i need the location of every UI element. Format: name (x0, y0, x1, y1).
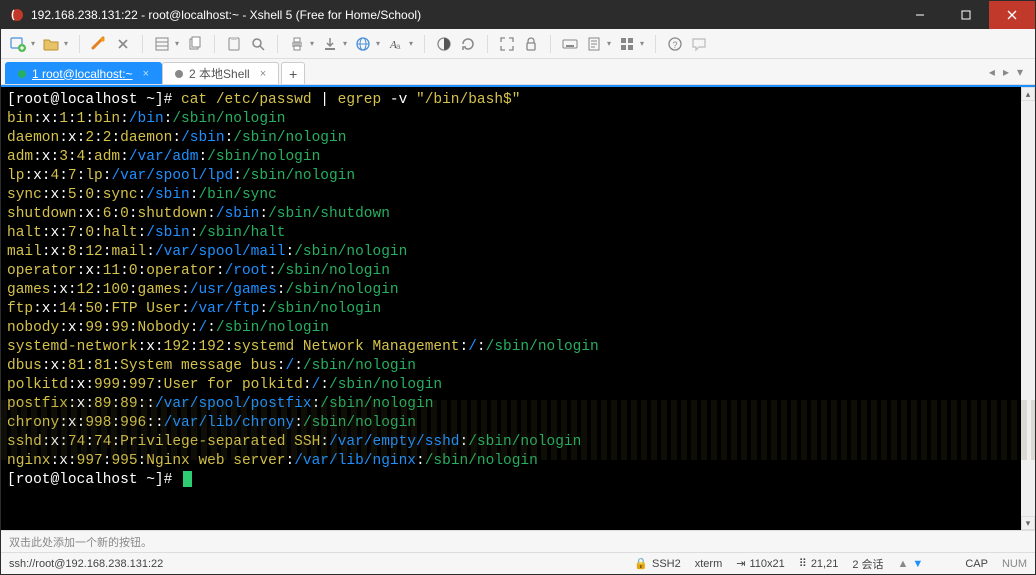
new-session-button[interactable] (7, 33, 29, 55)
status-term: xterm (695, 558, 723, 570)
statusbar: ssh://root@192.168.238.131:22 🔒 SSH2 xter… (1, 552, 1035, 574)
tab-session-1[interactable]: 1 root@localhost:~ × (5, 62, 162, 84)
app-window: 192.168.238.131:22 - root@localhost:~ - … (0, 0, 1036, 575)
arrow-down-icon: ▼ (912, 558, 923, 570)
status-position: 21,21 (811, 558, 839, 570)
window-title: 192.168.238.131:22 - root@localhost:~ - … (31, 8, 897, 22)
position-icon: ⠿ (799, 557, 807, 570)
open-session-button[interactable] (40, 33, 62, 55)
chevron-right-icon[interactable]: ▸ (1003, 65, 1009, 79)
minimize-button[interactable] (897, 1, 943, 29)
terminal-area: [root@localhost ~]# cat /etc/passwd | eg… (1, 85, 1035, 530)
columns-icon: ⇥ (736, 557, 745, 570)
scrollbar[interactable]: ▴ ▾ (1021, 87, 1035, 530)
dropdown-icon[interactable]: ▾ (604, 39, 614, 48)
disconnect-button[interactable] (112, 33, 134, 55)
status-uri: ssh://root@192.168.238.131:22 (9, 558, 163, 570)
close-button[interactable] (989, 1, 1035, 29)
lock-button[interactable] (520, 33, 542, 55)
tab-label: 2 本地Shell (189, 65, 250, 82)
svg-text:a: a (396, 42, 401, 51)
toolbar: ▾ ▾ ▾ ▾ ▾ ▾ Aa ▾ (1, 29, 1035, 59)
chevron-left-icon[interactable]: ◂ (989, 65, 995, 79)
paste-button[interactable] (223, 33, 245, 55)
dropdown-icon[interactable]: ▾ (637, 39, 647, 48)
fullscreen-button[interactable] (496, 33, 518, 55)
tab-close-icon[interactable]: × (143, 68, 149, 80)
status-dot-icon (175, 70, 183, 78)
dropdown-icon[interactable]: ▾ (373, 39, 383, 48)
status-dot-icon (18, 70, 26, 78)
feedback-button[interactable] (688, 33, 710, 55)
dropdown-icon[interactable]: ▾ (172, 39, 182, 48)
custom-button-bar[interactable]: 双击此处添加一个新的按钮。 (1, 530, 1035, 552)
color-scheme-button[interactable] (433, 33, 455, 55)
scroll-down-icon[interactable]: ▾ (1021, 516, 1035, 530)
globe-button[interactable] (352, 33, 374, 55)
find-button[interactable] (247, 33, 269, 55)
tab-close-icon[interactable]: × (260, 68, 266, 80)
status-num: NUM (1002, 558, 1027, 570)
dropdown-icon[interactable]: ▾ (28, 39, 38, 48)
tab-add-button[interactable]: + (281, 62, 305, 84)
transfer-button[interactable] (319, 33, 341, 55)
refresh-button[interactable] (457, 33, 479, 55)
dropdown-icon[interactable]: ▾ (61, 39, 71, 48)
tab-nav: ◂ ▸ ▾ (981, 59, 1031, 84)
tab-session-2[interactable]: 2 本地Shell × (162, 62, 279, 84)
status-cap: CAP (965, 558, 988, 570)
terminal[interactable]: [root@localhost ~]# cat /etc/passwd | eg… (1, 87, 1021, 530)
titlebar: 192.168.238.131:22 - root@localhost:~ - … (1, 1, 1035, 29)
status-size: 110x21 (749, 558, 784, 570)
keyboard-button[interactable] (559, 33, 581, 55)
maximize-button[interactable] (943, 1, 989, 29)
chevron-down-icon[interactable]: ▾ (1017, 65, 1023, 79)
tab-label: 1 root@localhost:~ (32, 67, 133, 81)
status-sessions: 2 会话 (852, 556, 883, 572)
help-button[interactable]: ? (664, 33, 686, 55)
print-button[interactable] (286, 33, 308, 55)
custom-bar-hint: 双击此处添加一个新的按钮。 (9, 534, 152, 550)
status-protocol: SSH2 (652, 558, 681, 570)
properties-button[interactable] (151, 33, 173, 55)
reconnect-button[interactable] (88, 33, 110, 55)
layout-button[interactable] (616, 33, 638, 55)
app-icon (9, 7, 25, 23)
tabbar: 1 root@localhost:~ × 2 本地Shell × + ◂ ▸ ▾ (1, 59, 1035, 85)
dropdown-icon[interactable]: ▾ (307, 39, 317, 48)
svg-text:?: ? (673, 40, 678, 50)
dropdown-icon[interactable]: ▾ (406, 39, 416, 48)
font-button[interactable]: Aa (385, 33, 407, 55)
script-button[interactable] (583, 33, 605, 55)
scroll-up-icon[interactable]: ▴ (1021, 87, 1035, 101)
window-buttons (897, 1, 1035, 29)
copy-button[interactable] (184, 33, 206, 55)
dropdown-icon[interactable]: ▾ (340, 39, 350, 48)
lock-icon: 🔒 (634, 557, 648, 570)
arrow-up-icon: ▲ (898, 558, 909, 570)
